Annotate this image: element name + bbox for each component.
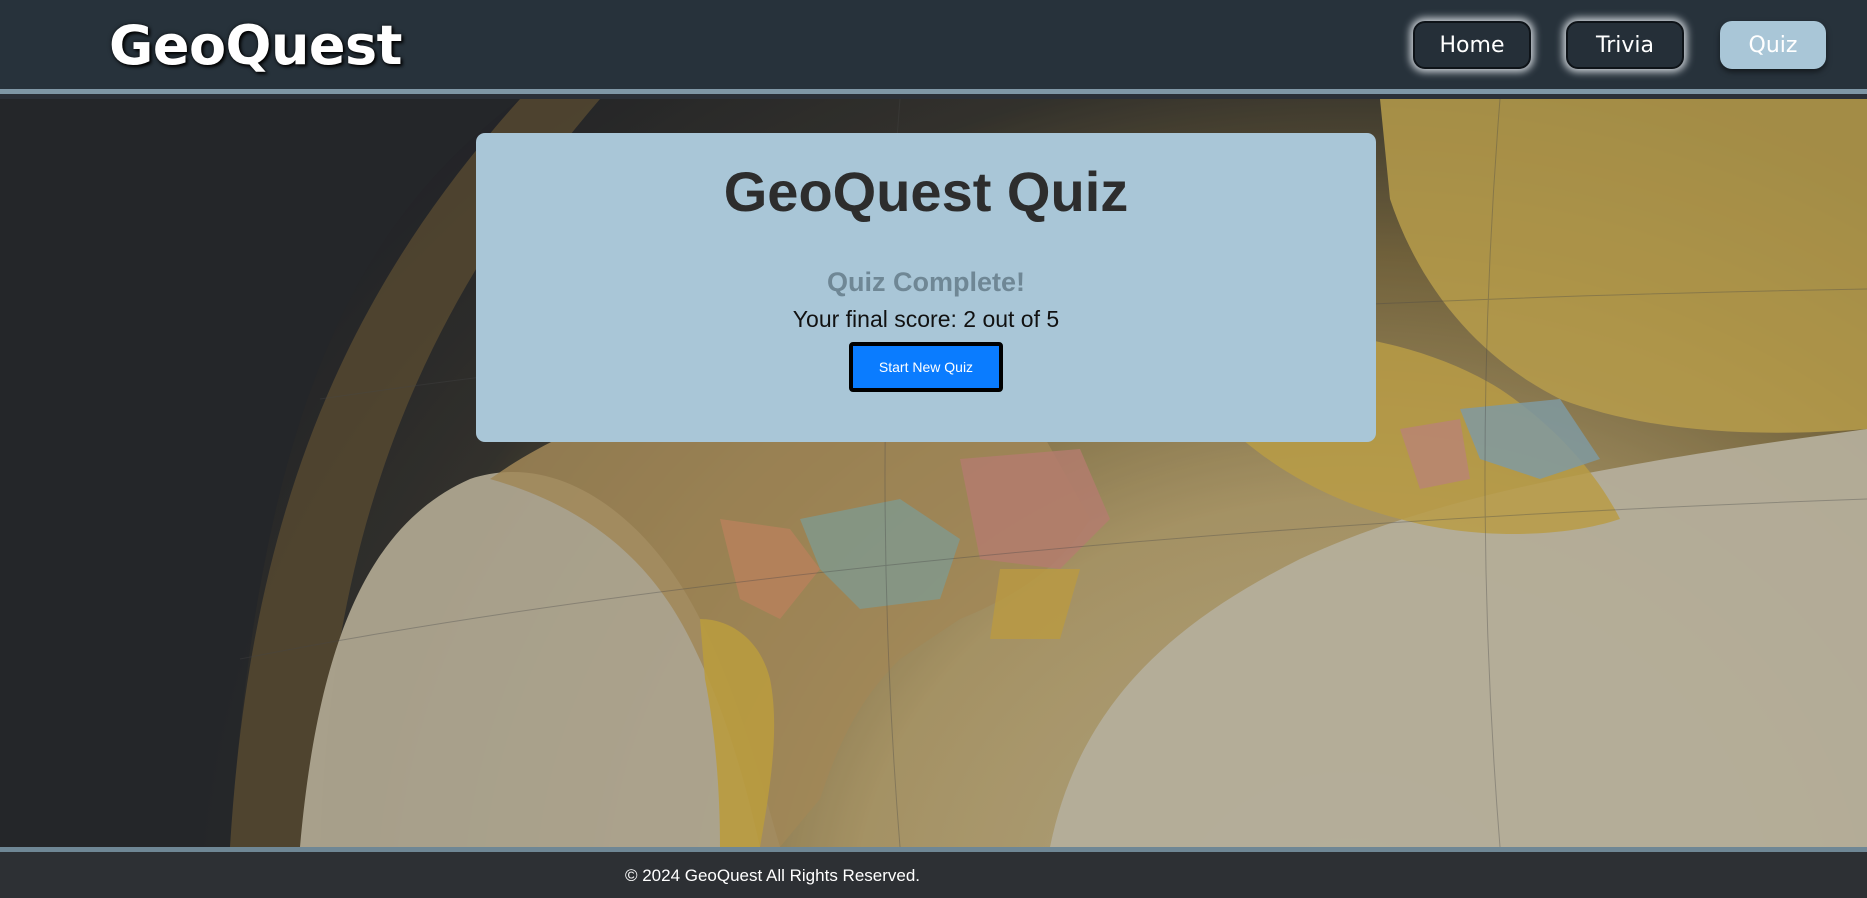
nav-trivia-button[interactable]: Trivia — [1566, 21, 1684, 69]
nav-quiz-button[interactable]: Quiz — [1720, 21, 1826, 69]
quiz-title: GeoQuest Quiz — [723, 160, 1129, 223]
nav-home-button[interactable]: Home — [1413, 21, 1531, 69]
copyright-text: © 2024 GeoQuest All Rights Reserved. — [624, 866, 921, 885]
site-logo[interactable]: GeoQuest — [109, 14, 402, 77]
quiz-card: GeoQuest Quiz Quiz Complete! Your final … — [476, 133, 1376, 442]
quiz-status: Quiz Complete! — [826, 267, 1025, 297]
site-footer: © 2024 GeoQuest All Rights Reserved. — [0, 847, 1867, 898]
site-header: GeoQuest Home Trivia Quiz — [0, 0, 1867, 94]
final-score: Your final score: 2 out of 5 — [792, 306, 1060, 332]
start-new-quiz-button[interactable]: Start New Quiz — [849, 342, 1003, 392]
